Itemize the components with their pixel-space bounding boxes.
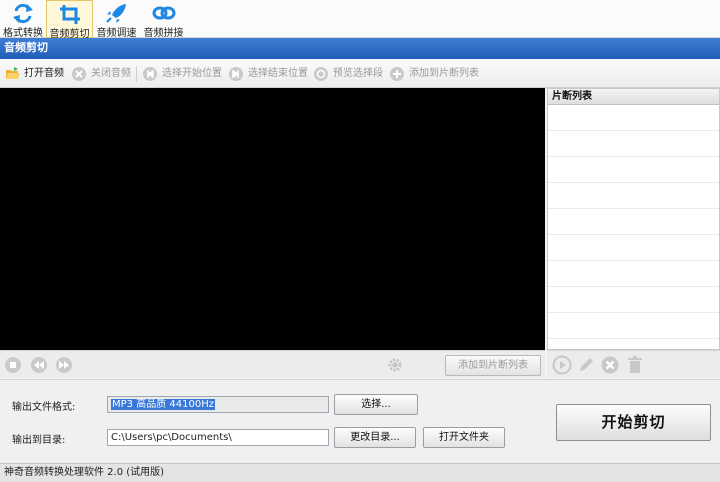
output-dir-value: C:\Users\pc\Documents\ (111, 432, 232, 443)
list-item[interactable] (548, 183, 719, 209)
start-marker-icon (143, 67, 157, 81)
segment-list-header: 片断列表 (548, 89, 719, 105)
toolbar-divider (136, 66, 137, 82)
list-item[interactable] (548, 105, 719, 131)
select-end-label: 选择结束位置 (248, 68, 308, 79)
segment-list-panel[interactable]: 片断列表 (547, 88, 720, 350)
crop-icon (59, 5, 80, 24)
select-start-label: 选择开始位置 (162, 68, 222, 79)
mode-toolbar: 格式转换 音频剪切 音频调速 音频拼接 (0, 0, 720, 40)
add-to-list-label: 添加到片断列表 (409, 68, 479, 79)
trash-icon[interactable] (625, 355, 645, 375)
folder-open-icon (6, 67, 20, 79)
edit-pencil-icon[interactable] (576, 355, 596, 375)
open-folder-button[interactable]: 打开文件夹 (423, 427, 505, 448)
select-start-button[interactable]: 选择开始位置 (142, 60, 224, 88)
mode-label: 格式转换 (3, 28, 43, 39)
output-dir-field[interactable]: C:\Users\pc\Documents\ (107, 429, 329, 446)
open-audio-button[interactable]: 打开音频 (4, 60, 68, 88)
list-item[interactable] (548, 157, 719, 183)
rewind-icon[interactable] (30, 356, 48, 374)
delete-circle-icon[interactable] (600, 355, 620, 375)
panel-title: 音频剪切 (0, 38, 720, 59)
close-audio-button[interactable]: 关闭音频 (71, 60, 135, 88)
stop-icon[interactable] (4, 356, 22, 374)
output-format-label: 输出文件格式: (12, 402, 76, 413)
select-end-button[interactable]: 选择结束位置 (228, 60, 310, 88)
list-item[interactable] (548, 287, 719, 313)
add-to-segment-list-toolbar-button[interactable]: 添加到片断列表 (389, 60, 481, 88)
close-audio-label: 关闭音频 (91, 68, 131, 79)
mode-label: 音频调速 (96, 28, 137, 39)
segment-tools-bar (547, 350, 720, 378)
video-preview-area[interactable] (0, 88, 545, 350)
add-plus-icon (390, 67, 404, 81)
play-segment-icon[interactable] (552, 355, 572, 375)
end-marker-icon (229, 67, 243, 81)
list-item[interactable] (548, 261, 719, 287)
speed-rocket-icon (105, 4, 126, 23)
settings-gear-icon[interactable] (387, 357, 403, 373)
open-audio-label: 打开音频 (24, 68, 64, 79)
choose-format-button[interactable]: 选择... (334, 394, 418, 415)
join-icon (152, 6, 175, 20)
preview-selection-button[interactable]: 预览选择段 (313, 60, 385, 88)
list-item[interactable] (548, 313, 719, 339)
mode-label: 音频拼接 (143, 28, 184, 39)
mode-audio-speed[interactable]: 音频调速 (93, 0, 140, 39)
list-item[interactable] (548, 235, 719, 261)
start-cut-button[interactable]: 开始剪切 (556, 404, 711, 441)
output-format-value: MP3 高品质 44100Hz (111, 399, 215, 410)
output-dir-label: 输出到目录: (12, 435, 66, 446)
list-item[interactable] (548, 209, 719, 235)
preview-selection-label: 预览选择段 (333, 68, 383, 79)
preview-icon (314, 67, 328, 81)
list-item[interactable] (548, 131, 719, 157)
mode-audio-join[interactable]: 音频拼接 (140, 0, 187, 39)
add-to-segment-list-button[interactable]: 添加到片断列表 (445, 355, 541, 376)
close-circle-icon (72, 67, 86, 81)
status-bar: 神奇音频转换处理软件 2.0 (试用版) (0, 463, 720, 482)
fast-forward-icon[interactable] (55, 356, 73, 374)
output-format-field[interactable]: MP3 高品质 44100Hz (107, 396, 329, 413)
change-dir-button[interactable]: 更改目录... (334, 427, 416, 448)
transport-bar: 添加到片断列表 (0, 350, 545, 378)
output-settings-panel: 输出文件格式: MP3 高品质 44100Hz 选择... 输出到目录: C:\… (0, 379, 720, 463)
action-toolbar: 打开音频 关闭音频 选择开始位置 选择结束位置 预览选择段 添加到片断列表 (0, 60, 720, 88)
mode-audio-cut[interactable]: 音频剪切 (46, 0, 93, 40)
convert-icon (13, 3, 33, 24)
mode-format-convert[interactable]: 格式转换 (0, 0, 46, 39)
